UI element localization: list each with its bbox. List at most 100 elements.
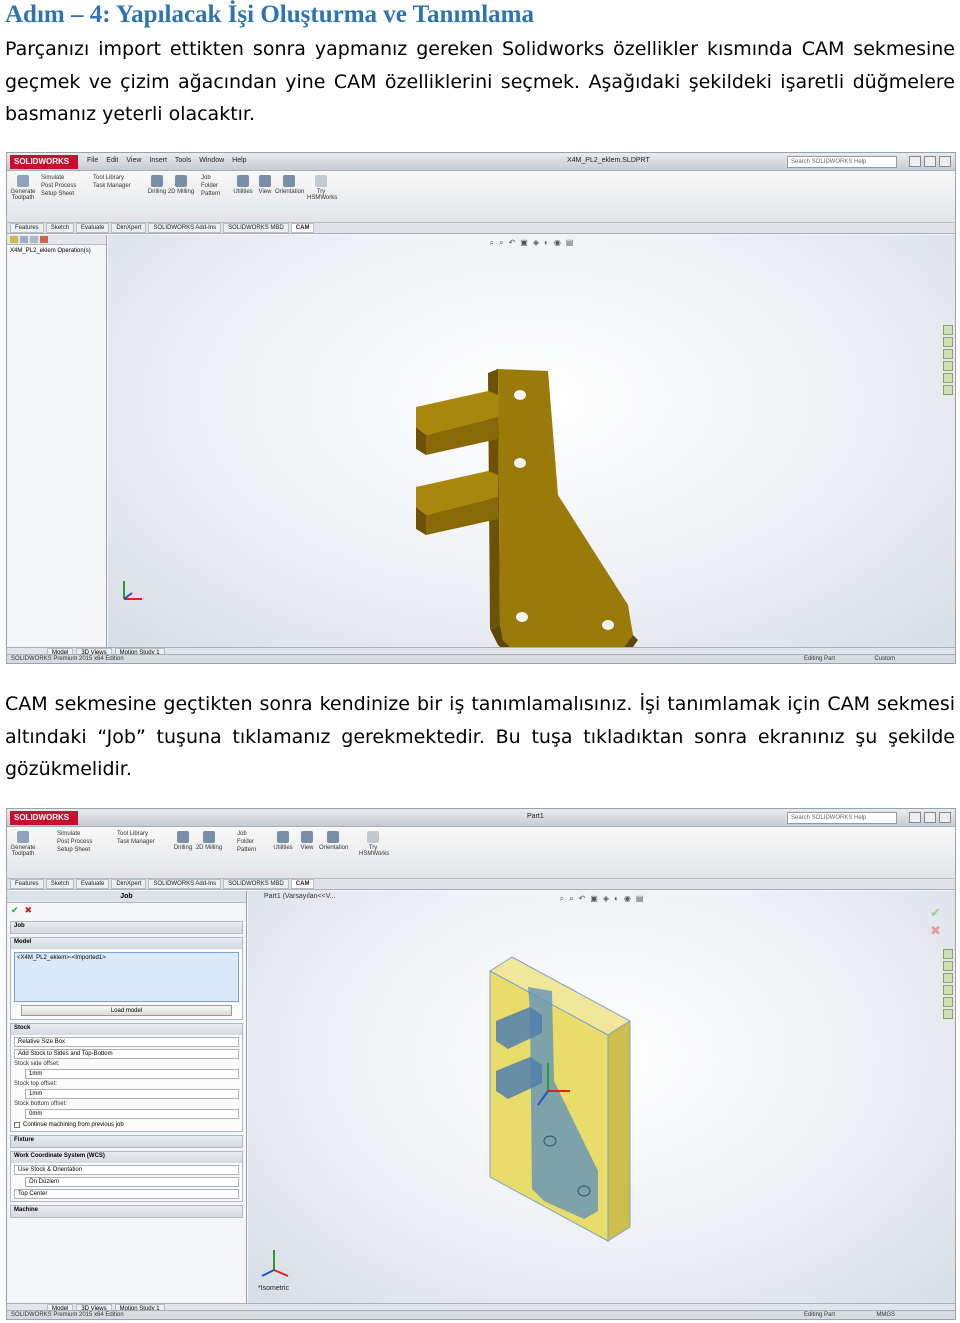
close-icon[interactable] xyxy=(939,156,951,167)
pattern-button[interactable]: Pattern xyxy=(237,847,256,853)
orientation-button[interactable]: Orientation xyxy=(275,175,304,195)
task-manager-button[interactable]: Task Manager xyxy=(117,839,155,845)
tab-mbd[interactable]: SOLIDWORKS MBD xyxy=(223,223,289,233)
task-manager-button[interactable]: Task Manager xyxy=(93,183,131,189)
side-offset-input[interactable]: 1mm xyxy=(25,1069,239,1079)
task-pane-palette-icon[interactable] xyxy=(943,985,953,995)
tab-mbd[interactable]: SOLIDWORKS MBD xyxy=(223,879,289,889)
maximize-icon[interactable] xyxy=(924,156,936,167)
tab-evaluate[interactable]: Evaluate xyxy=(76,223,110,233)
model-list[interactable]: <X4M_PL2_eklem>-<Imported1> xyxy=(14,952,239,1002)
display-style-icon[interactable]: ◐ xyxy=(544,238,549,248)
status-units[interactable]: Custom xyxy=(874,656,895,662)
previous-view-icon[interactable]: ↶ xyxy=(579,894,586,904)
graphics-area[interactable]: ⌕ ⌕ ↶ ▣ ◈ ◐ ◉ ▤ xyxy=(108,235,955,661)
help-search-input[interactable]: Search SOLIDWORKS Help xyxy=(787,156,897,168)
previous-view-icon[interactable]: ↶ xyxy=(509,238,516,248)
wcs-plane-input[interactable]: Ön Düzlem xyxy=(25,1177,239,1187)
view-settings-icon[interactable]: ▤ xyxy=(636,894,644,904)
folder-button[interactable]: Folder xyxy=(201,183,220,189)
menu-view[interactable]: View xyxy=(126,157,141,164)
tab-addins[interactable]: SOLIDWORKS Add-Ins xyxy=(148,879,222,889)
maximize-icon[interactable] xyxy=(924,812,936,823)
task-pane-resources-icon[interactable] xyxy=(943,949,953,959)
post-process-button[interactable]: Post Process xyxy=(41,183,76,189)
feature-manager-icon[interactable] xyxy=(10,236,18,243)
task-pane-properties-icon[interactable] xyxy=(943,1009,953,1019)
generate-toolpath-button[interactable]: Generate Toolpath xyxy=(9,831,37,857)
menu-tools[interactable]: Tools xyxy=(175,157,191,164)
section-stock-header[interactable]: Stock xyxy=(11,1024,242,1035)
2d-milling-button[interactable]: 2D Milling xyxy=(167,175,195,195)
confirm-cancel-icon[interactable]: ✖ xyxy=(930,923,941,939)
tab-evaluate[interactable]: Evaluate xyxy=(76,879,110,889)
task-pane-explorer-icon[interactable] xyxy=(943,973,953,983)
zoom-area-icon[interactable]: ⌕ xyxy=(569,894,573,904)
tree-item-operations[interactable]: X4M_PL2_eklem Operation(s) xyxy=(7,245,106,257)
setup-sheet-button[interactable]: Setup Sheet xyxy=(57,847,92,853)
tab-sketch[interactable]: Sketch xyxy=(45,879,75,889)
2d-milling-button[interactable]: 2D Milling xyxy=(195,831,223,851)
section-fixture-header[interactable]: Fixture xyxy=(11,1136,242,1147)
task-pane-palette-icon[interactable] xyxy=(943,361,953,371)
property-manager-icon[interactable] xyxy=(20,236,28,243)
view-button[interactable]: View xyxy=(293,831,321,851)
stock-mode-select[interactable]: Relative Size Box xyxy=(14,1037,239,1047)
tool-library-button[interactable]: Tool Library xyxy=(93,175,131,181)
section-machine-header[interactable]: Machine xyxy=(11,1206,242,1217)
orientation-button[interactable]: Orientation xyxy=(319,831,348,851)
cam-tree-icon[interactable] xyxy=(40,236,48,243)
stock-add-select[interactable]: Add Stock to Sides and Top-Bottom xyxy=(14,1049,239,1059)
tab-dimxpert[interactable]: DimXpert xyxy=(111,223,147,233)
menu-file[interactable]: File xyxy=(87,157,98,164)
menu-insert[interactable]: Insert xyxy=(149,157,167,164)
section-model-header[interactable]: Model xyxy=(11,938,242,949)
zoom-fit-icon[interactable]: ⌕ xyxy=(490,238,494,248)
task-pane-explorer-icon[interactable] xyxy=(943,349,953,359)
display-style-icon[interactable]: ◐ xyxy=(614,894,619,904)
setup-sheet-button[interactable]: Setup Sheet xyxy=(41,191,76,197)
continue-machining-checkbox[interactable]: Continue machining from previous job xyxy=(14,1122,239,1128)
view-orientation-icon[interactable]: ◈ xyxy=(603,894,609,904)
ok-icon[interactable]: ✔ xyxy=(11,905,19,916)
task-pane-properties-icon[interactable] xyxy=(943,385,953,395)
tab-dimxpert[interactable]: DimXpert xyxy=(111,879,147,889)
task-pane-appearance-icon[interactable] xyxy=(943,997,953,1007)
menu-window[interactable]: Window xyxy=(199,157,224,164)
bottom-offset-input[interactable]: 0mm xyxy=(25,1109,239,1119)
view-settings-icon[interactable]: ▤ xyxy=(566,238,574,248)
help-search-input[interactable]: Search SOLIDWORKS Help xyxy=(787,812,897,824)
tab-cam[interactable]: CAM xyxy=(290,879,315,889)
scene-icon[interactable]: ◉ xyxy=(554,238,561,248)
view-orientation-icon[interactable]: ◈ xyxy=(533,238,539,248)
section-job-header[interactable]: Job xyxy=(11,922,242,933)
config-manager-icon[interactable] xyxy=(30,236,38,243)
try-hsmworks-button[interactable]: Try HSMWorks xyxy=(359,831,389,857)
cancel-icon[interactable]: ✖ xyxy=(25,905,33,916)
tab-features[interactable]: Features xyxy=(10,223,44,233)
simulate-button[interactable]: Simulate xyxy=(57,831,92,837)
section-wcs-header[interactable]: Work Coordinate System (WCS) xyxy=(11,1152,242,1163)
menu-edit[interactable]: Edit xyxy=(106,157,118,164)
simulate-button[interactable]: Simulate xyxy=(41,175,76,181)
minimize-icon[interactable] xyxy=(909,156,921,167)
load-model-button[interactable]: Load model xyxy=(21,1005,232,1016)
menu-help[interactable]: Help xyxy=(232,157,246,164)
folder-button[interactable]: Folder xyxy=(237,839,256,845)
scene-icon[interactable]: ◉ xyxy=(624,894,631,904)
try-hsmworks-button[interactable]: Try HSMWorks xyxy=(307,175,337,201)
model-list-item[interactable]: <X4M_PL2_eklem>-<Imported1> xyxy=(17,955,106,961)
task-pane-appearance-icon[interactable] xyxy=(943,373,953,383)
tab-cam[interactable]: CAM xyxy=(290,223,315,233)
task-pane-library-icon[interactable] xyxy=(943,337,953,347)
breadcrumb[interactable]: Part1 (Varsayılan<<V... xyxy=(264,893,336,900)
zoom-fit-icon[interactable]: ⌕ xyxy=(560,894,564,904)
tool-library-button[interactable]: Tool Library xyxy=(117,831,155,837)
task-pane-library-icon[interactable] xyxy=(943,961,953,971)
drilling-button[interactable]: Drilling xyxy=(169,831,197,851)
task-pane-resources-icon[interactable] xyxy=(943,325,953,335)
generate-toolpath-button[interactable]: Generate Toolpath xyxy=(9,175,37,201)
status-units[interactable]: MMGS xyxy=(876,1312,895,1318)
job-button[interactable]: Job xyxy=(237,831,256,837)
confirm-ok-icon[interactable]: ✔ xyxy=(930,905,941,921)
